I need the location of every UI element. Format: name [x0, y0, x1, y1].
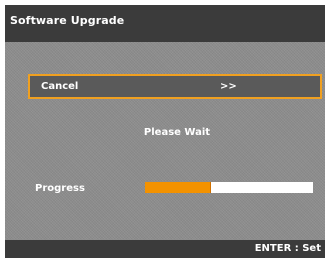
- cancel-option[interactable]: Cancel >>: [28, 74, 322, 99]
- cancel-label: Cancel: [41, 81, 79, 92]
- software-upgrade-dialog: Software Upgrade Cancel >> Please Wait P…: [5, 5, 325, 258]
- progress-label: Progress: [35, 183, 85, 194]
- dialog-body: [5, 42, 325, 240]
- title-bar: Software Upgrade: [5, 5, 325, 42]
- progress-bar: [145, 182, 313, 193]
- dialog-title: Software Upgrade: [10, 14, 125, 27]
- status-message: Please Wait: [143, 127, 211, 138]
- option-arrow-icon: >>: [220, 81, 237, 92]
- footer-bar: ENTER : Set: [5, 240, 325, 258]
- footer-hint: ENTER : Set: [254, 243, 321, 254]
- progress-bar-fill: [145, 182, 211, 193]
